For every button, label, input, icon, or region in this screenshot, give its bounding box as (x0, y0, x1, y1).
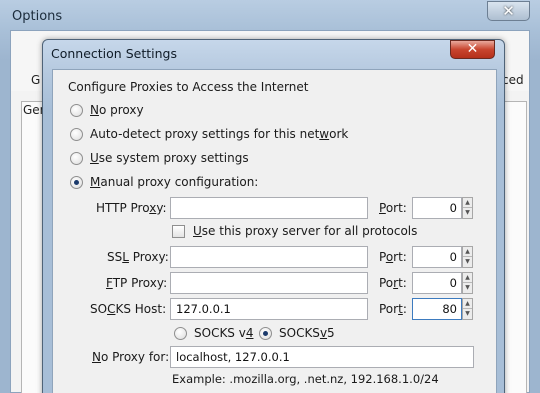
radio-system-proxy[interactable]: Use system proxy settings (70, 151, 249, 165)
spin-down-icon[interactable]: ▼ (463, 257, 472, 267)
spin-down-icon[interactable]: ▼ (463, 283, 472, 293)
radio-indicator[interactable] (70, 151, 83, 165)
ftp-port-label: Port: (379, 276, 407, 290)
ssl-port-input[interactable]: 0 (412, 246, 462, 268)
socks-host-label: SOCKS Host: (90, 302, 167, 316)
http-proxy-label: HTTP Proxy: (96, 201, 167, 215)
toolbar-tab-advanced-partial[interactable]: ced (502, 73, 524, 87)
socks-port-spinner[interactable]: ▲ ▼ (462, 298, 473, 320)
spin-up-icon[interactable]: ▲ (463, 299, 472, 309)
no-proxy-for-input[interactable]: localhost, 127.0.0.1 (170, 346, 474, 368)
ftp-proxy-input[interactable] (170, 272, 368, 294)
toolbar-tab-general-partial[interactable]: G (31, 73, 40, 87)
radio-indicator-checked[interactable] (259, 326, 272, 340)
http-port-input[interactable]: 0 (412, 197, 462, 219)
options-close-button[interactable]: ✕ (487, 1, 530, 21)
ssl-proxy-label: SSL Proxy: (107, 250, 169, 264)
no-proxy-example-hint: Example: .mozilla.org, .net.nz, 192.168.… (172, 372, 439, 386)
ftp-proxy-label: FTP Proxy: (106, 276, 168, 290)
spin-down-icon[interactable]: ▼ (463, 309, 472, 319)
socks-host-input[interactable]: 127.0.0.1 (170, 298, 368, 320)
ssl-port-label: Port: (379, 250, 407, 264)
proxy-group-label: Configure Proxies to Access the Internet (68, 80, 309, 94)
dialog-close-button[interactable]: ✕ (450, 40, 495, 59)
spin-up-icon[interactable]: ▲ (463, 247, 472, 257)
radio-indicator[interactable] (70, 103, 83, 117)
radio-socks-v5[interactable]: SOCKS v5 (259, 326, 335, 340)
no-proxy-for-label: No Proxy for: (92, 350, 170, 364)
radio-indicator[interactable] (174, 326, 187, 340)
spin-up-icon[interactable]: ▲ (463, 198, 472, 208)
ftp-port-input[interactable]: 0 (412, 272, 462, 294)
radio-indicator[interactable] (70, 127, 83, 141)
radio-no-proxy[interactable]: No proxy (70, 103, 144, 117)
options-window-title: Options (12, 9, 63, 24)
dialog-title: Connection Settings (51, 46, 177, 61)
radio-auto-detect[interactable]: Auto-detect proxy settings for this net w… (70, 127, 348, 141)
http-proxy-input[interactable] (170, 197, 368, 219)
spin-down-icon[interactable]: ▼ (463, 208, 472, 218)
http-port-label: Port: (379, 201, 407, 215)
socks-port-input[interactable]: 80 (412, 298, 462, 320)
share-proxy-checkbox[interactable] (172, 224, 185, 238)
http-port-spinner[interactable]: ▲ ▼ (462, 197, 473, 219)
share-proxy-checkbox-row[interactable]: Use this proxy server for all protocols (172, 224, 417, 238)
ftp-port-spinner[interactable]: ▲ ▼ (462, 272, 473, 294)
socks-port-label: Port: (379, 302, 407, 316)
spin-up-icon[interactable]: ▲ (463, 273, 472, 283)
radio-socks-v4[interactable]: SOCKS v4 (174, 326, 253, 340)
close-icon: ✕ (502, 2, 515, 20)
close-icon: ✕ (466, 41, 479, 57)
radio-manual-proxy[interactable]: Manual proxy configuration: (70, 175, 258, 189)
ssl-port-spinner[interactable]: ▲ ▼ (462, 246, 473, 268)
radio-indicator-checked[interactable] (70, 175, 83, 189)
ssl-proxy-input[interactable] (170, 246, 368, 268)
